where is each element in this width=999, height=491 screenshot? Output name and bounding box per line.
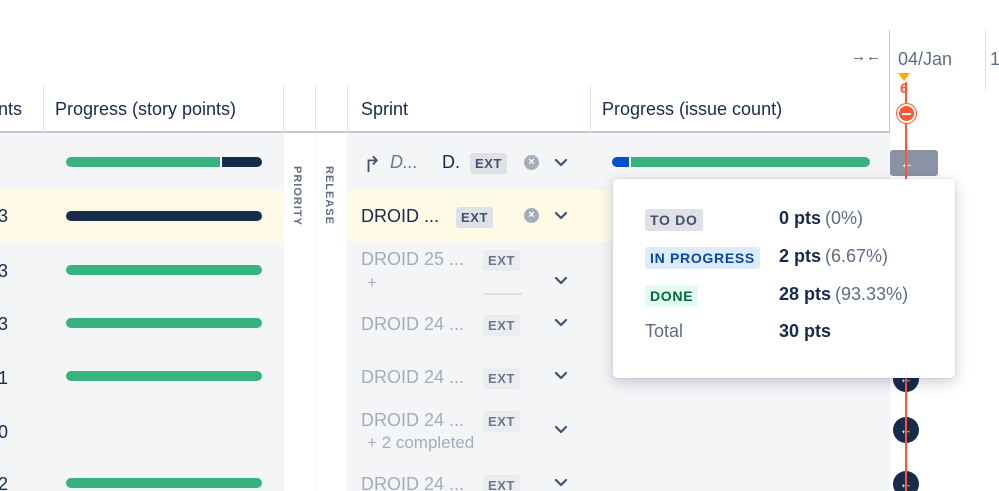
story-points-value: 0 (0, 422, 9, 442)
story-points-value: 2 (0, 474, 9, 491)
total-label: Total (645, 321, 684, 341)
story-points-progress-bar[interactable] (66, 371, 262, 381)
bar-segment-done (66, 318, 262, 328)
chevron-down-icon[interactable] (554, 156, 568, 170)
col-header-points[interactable]: nts (0, 99, 22, 120)
bar-segment-done (66, 478, 262, 488)
status-lozenge-in-progress: IN PROGRESS (645, 247, 760, 269)
col-header-sprint[interactable]: Sprint (361, 99, 408, 120)
ext-badge: EXT (483, 315, 521, 336)
bar-segment-in-progress (612, 157, 629, 167)
sprint-name[interactable]: DROID 25 ... (361, 249, 464, 270)
col-header-progress-story-points[interactable]: Progress (story points) (55, 99, 236, 120)
progress-breakdown-popup: TO DO 0 pts (0%) IN PROGRESS 2 pts (6.67%)… (613, 179, 955, 378)
chevron-down-icon[interactable] (554, 316, 568, 330)
collapse-columns-icon[interactable]: →← (851, 48, 881, 65)
clear-sprint-icon[interactable]: × (524, 155, 539, 170)
child-issue-arrow-icon: ↱ (363, 152, 382, 177)
todo-percent: (0%) (825, 208, 864, 228)
story-points-value: 3 (0, 206, 9, 226)
bar-segment-done (66, 371, 262, 381)
scroll-to-bar-button[interactable]: ← (890, 150, 938, 176)
story-points-value: 1 (0, 368, 9, 388)
chevron-down-icon[interactable] (554, 209, 568, 223)
story-points-value: 3 (0, 314, 9, 334)
todo-points: 0 pts (0%) (779, 208, 863, 229)
done-percent: (93.33%) (835, 284, 909, 304)
issue-count-progress-bar[interactable] (612, 157, 870, 167)
ext-badge: EXT (456, 207, 494, 228)
status-lozenge-done: DONE (645, 285, 699, 307)
sprint-name[interactable]: DROID 24 ... (361, 367, 464, 388)
clear-sprint-icon[interactable]: × (524, 208, 539, 223)
sprint-name[interactable]: DROID ... (361, 206, 439, 227)
in-progress-percent: (6.67%) (825, 246, 889, 266)
timeline-date-label: 04/Jan (898, 49, 953, 69)
ext-badge: EXT (483, 368, 521, 389)
story-points-progress-bar[interactable] (66, 211, 262, 221)
ext-badge: EXT (483, 411, 521, 432)
bar-segment-remaining (66, 211, 262, 221)
sprint-name[interactable]: DROID 24 ... (361, 474, 464, 491)
status-lozenge-todo: TO DO (645, 209, 703, 231)
in-progress-points: 2 pts (6.67%) (779, 246, 888, 267)
ext-badge: EXT (483, 250, 521, 271)
ext-badge: EXT (483, 475, 521, 491)
story-points-progress-bar[interactable] (66, 478, 262, 488)
story-points-progress-bar[interactable] (66, 157, 262, 167)
chevron-down-icon[interactable] (554, 476, 568, 490)
bar-segment-done (631, 157, 870, 167)
total-points: 30 pts (779, 321, 832, 341)
chevron-down-icon[interactable] (554, 369, 568, 383)
sprint-name[interactable]: D... (390, 152, 418, 173)
col-header-progress-issue-count[interactable]: Progress (issue count) (602, 99, 782, 120)
sprint-name-secondary[interactable]: D. (442, 152, 460, 173)
bar-segment-remaining (222, 157, 262, 167)
bar-segment-done (66, 157, 220, 167)
chevron-down-icon[interactable] (554, 423, 568, 437)
chevron-down-icon[interactable] (554, 274, 568, 288)
sprint-name[interactable]: DROID 24 ... (361, 314, 464, 335)
completed-sprints-link[interactable]: + (367, 273, 377, 293)
today-remove-icon[interactable] (897, 104, 916, 123)
in-progress-points-value: 2 pts (779, 246, 822, 266)
story-points-value: 3 (0, 261, 9, 281)
sprint-name[interactable]: DROID 24 ... (361, 410, 464, 431)
timeline-tick (985, 30, 986, 90)
today-marker-label: 6 (900, 80, 908, 96)
bar-segment-done (66, 265, 262, 275)
completed-sprints-link[interactable]: + 2 completed (367, 433, 474, 453)
done-points-value: 28 pts (779, 284, 832, 304)
story-points-progress-bar[interactable] (66, 318, 262, 328)
ext-badge: EXT (470, 153, 508, 174)
done-points: 28 pts (93.33%) (779, 284, 908, 305)
todo-points-value: 0 pts (779, 208, 822, 228)
timeline-next-date-label: 1 (990, 49, 999, 69)
story-points-progress-bar[interactable] (66, 265, 262, 275)
scroll-fade (483, 293, 522, 295)
priority-label: PRIORITY (291, 166, 303, 226)
release-label: RELEASE (323, 166, 335, 225)
